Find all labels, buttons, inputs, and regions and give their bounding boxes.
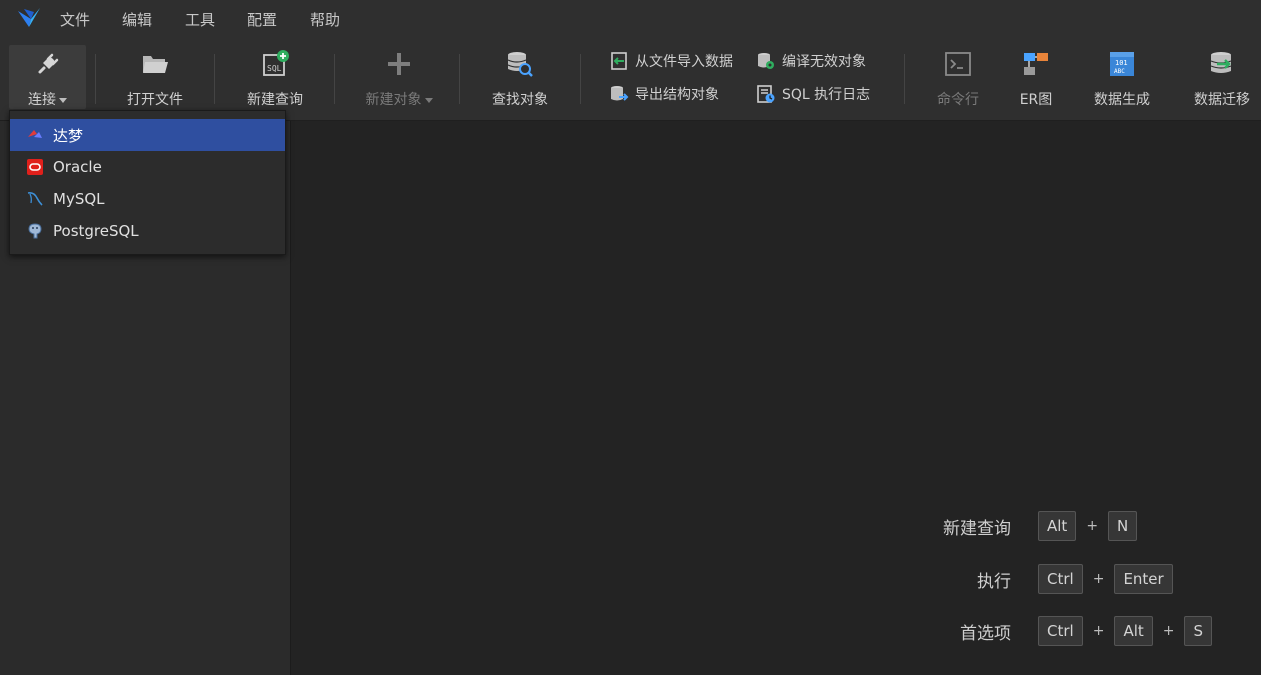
app-logo-icon (18, 8, 40, 27)
menubar: 文件 编辑 工具 配置 帮助 (0, 0, 1261, 38)
connect-item-oracle[interactable]: Oracle (10, 151, 285, 183)
sql-file-icon: SQL (260, 49, 290, 79)
connect-item-dameng[interactable]: 达梦 (10, 119, 285, 151)
new-object-button[interactable]: 新建对象 (355, 45, 443, 109)
database-export-icon (609, 84, 629, 104)
key-cap: Alt (1114, 616, 1153, 646)
shortcut-label: 新建查询 (943, 518, 1011, 539)
svg-text:ABC: ABC (1114, 68, 1125, 75)
toolbar-divider (334, 54, 335, 104)
data-generate-label: 数据生成 (1094, 92, 1150, 108)
database-gear-icon (756, 51, 776, 71)
oracle-icon (26, 158, 44, 176)
toolbar-divider (904, 54, 905, 104)
plug-icon (33, 49, 63, 79)
shortcut-label: 首选项 (960, 623, 1011, 644)
compile-invalid-button[interactable]: 编译无效对象 (756, 50, 866, 72)
find-object-button[interactable]: 查找对象 (480, 45, 560, 109)
data-grid-icon: 101 ABC (1107, 49, 1137, 79)
database-migrate-icon (1207, 49, 1237, 79)
data-migrate-label: 数据迁移 (1194, 92, 1250, 108)
find-object-label: 查找对象 (492, 92, 548, 108)
plus-sign: + (1092, 623, 1105, 639)
toolbar-divider (95, 54, 96, 104)
key-cap: Enter (1114, 564, 1173, 594)
key-cap: Alt (1038, 511, 1077, 541)
key-cap: Ctrl (1038, 564, 1083, 594)
import-icon (609, 51, 629, 71)
editor-area: 新建查询 Alt + N 执行 Ctrl + Enter 首选项 Ctrl + … (291, 121, 1261, 675)
export-structure-label: 导出结构对象 (635, 87, 719, 103)
key-cap: N (1108, 511, 1138, 541)
plus-sign: + (1086, 518, 1099, 534)
open-file-button[interactable]: 打开文件 (115, 45, 195, 109)
key-cap: S (1184, 616, 1213, 646)
import-from-file-button[interactable]: 从文件导入数据 (609, 50, 733, 72)
terminal-icon (943, 49, 973, 79)
compile-invalid-label: 编译无效对象 (782, 54, 866, 70)
connect-item-mysql[interactable]: MySQL (10, 183, 285, 215)
command-line-button[interactable]: 命令行 (926, 45, 990, 109)
command-line-label: 命令行 (937, 92, 979, 108)
connect-item-postgresql[interactable]: PostgreSQL (10, 215, 285, 247)
dameng-icon (26, 126, 44, 144)
shortcut-execute: 执行 Ctrl + Enter (891, 564, 1173, 594)
key-cap: Ctrl (1038, 616, 1083, 646)
export-structure-button[interactable]: 导出结构对象 (609, 83, 719, 105)
toolbar: 连接 打开文件 SQL 新建查询 新建对象 查找对象 从文件导入数据 编译无效对… (0, 38, 1261, 121)
connect-item-label: Oracle (53, 158, 102, 176)
new-query-label: 新建查询 (247, 92, 303, 108)
mysql-icon (26, 190, 44, 208)
data-generate-button[interactable]: 101 ABC 数据生成 (1086, 45, 1158, 109)
app-window: 文件 编辑 工具 配置 帮助 连接 打开文件 SQL 新建查询 新建对象 查找对… (0, 0, 1261, 675)
postgresql-icon (26, 222, 44, 240)
open-file-label: 打开文件 (127, 92, 183, 108)
connect-item-label: PostgreSQL (53, 222, 139, 240)
new-query-button[interactable]: SQL 新建查询 (235, 45, 315, 109)
new-object-label: 新建对象 (365, 92, 422, 108)
er-diagram-button[interactable]: ER图 (1010, 45, 1062, 109)
svg-text:SQL: SQL (267, 64, 282, 73)
shortcut-label: 执行 (977, 571, 1011, 592)
menu-edit[interactable]: 编辑 (122, 9, 152, 30)
svg-text:101: 101 (1115, 59, 1128, 67)
sql-log-label: SQL 执行日志 (782, 87, 871, 103)
toolbar-divider (459, 54, 460, 104)
menu-help[interactable]: 帮助 (310, 9, 340, 30)
er-diagram-icon (1021, 49, 1051, 79)
connect-item-label: 达梦 (53, 126, 84, 145)
menu-tools[interactable]: 工具 (185, 9, 215, 30)
toolbar-divider (214, 54, 215, 104)
sql-log-button[interactable]: SQL 执行日志 (756, 83, 870, 105)
log-clock-icon (756, 84, 776, 104)
connect-item-label: MySQL (53, 190, 105, 208)
chevron-down-icon (424, 97, 433, 103)
database-search-icon (505, 49, 535, 79)
connect-button[interactable]: 连接 (9, 45, 86, 109)
er-diagram-label: ER图 (1019, 92, 1053, 108)
plus-sign: + (1162, 623, 1175, 639)
connect-dropdown-menu: 达梦 Oracle MySQL PostgreSQL (9, 110, 286, 255)
menu-file[interactable]: 文件 (60, 9, 90, 30)
menu-config[interactable]: 配置 (247, 9, 277, 30)
import-from-file-label: 从文件导入数据 (635, 54, 733, 70)
toolbar-divider (580, 54, 581, 104)
plus-icon (384, 49, 414, 79)
connect-label: 连接 (28, 92, 56, 108)
shortcut-new-query: 新建查询 Alt + N (891, 511, 1138, 541)
shortcut-preferences: 首选项 Ctrl + Alt + S (891, 616, 1213, 646)
plus-sign: + (1092, 571, 1105, 587)
data-migrate-button[interactable]: 数据迁移 (1186, 45, 1258, 109)
chevron-down-icon (59, 97, 67, 103)
folder-icon (140, 49, 170, 79)
